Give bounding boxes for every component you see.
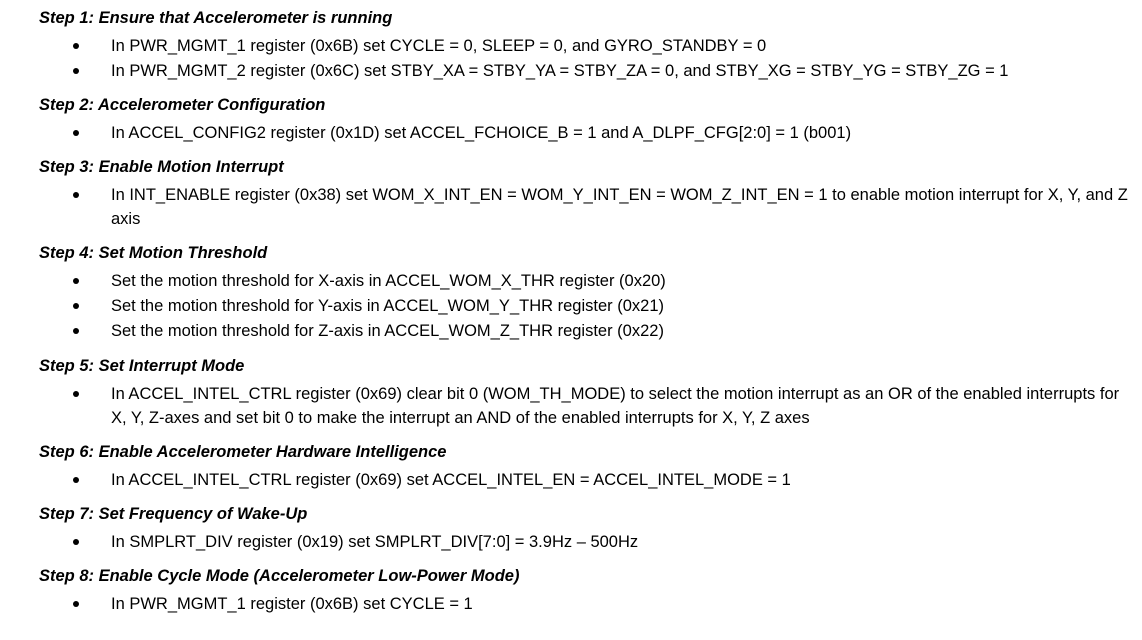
list-item-text: Set the motion threshold for X-axis in A… <box>111 272 666 290</box>
list-item-text: Set the motion threshold for Z-axis in A… <box>111 322 664 340</box>
list-item-text: In PWR_MGMT_2 register (0x6C) set STBY_X… <box>111 62 1009 80</box>
bullet-icon <box>73 391 79 397</box>
step-4-heading: Step 4: Set Motion Threshold <box>39 244 268 262</box>
bullet-icon <box>73 303 79 309</box>
step-3-heading: Step 3: Enable Motion Interrupt <box>39 158 284 176</box>
step-6-heading: Step 6: Enable Accelerometer Hardware In… <box>39 443 447 461</box>
list-item-text: In ACCEL_INTEL_CTRL register (0x69) set … <box>111 471 791 489</box>
bullet-icon <box>73 43 79 49</box>
bullet-icon <box>73 539 79 545</box>
bullet-icon <box>73 601 79 607</box>
bullet-icon <box>73 192 79 198</box>
list-item-text: In ACCEL_INTEL_CTRL register (0x69) clea… <box>111 385 1120 427</box>
list-item-text: In INT_ENABLE register (0x38) set WOM_X_… <box>111 186 1128 228</box>
list-item-text: In PWR_MGMT_1 register (0x6B) set CYCLE … <box>111 37 767 55</box>
bullet-icon <box>73 130 79 136</box>
step-2-heading: Step 2: Accelerometer Configuration <box>39 96 326 114</box>
bullet-icon <box>73 68 79 74</box>
step-8-heading: Step 8: Enable Cycle Mode (Accelerometer… <box>39 567 520 585</box>
bullet-icon <box>73 278 79 284</box>
step-1-heading: Step 1: Ensure that Accelerometer is run… <box>39 9 393 27</box>
list-item-text: In PWR_MGMT_1 register (0x6B) set CYCLE … <box>111 595 473 613</box>
list-item-text: Set the motion threshold for Y-axis in A… <box>111 297 664 315</box>
bullet-icon <box>73 477 79 483</box>
document-page: Step 1: Ensure that Accelerometer is run… <box>0 0 1142 640</box>
bullet-icon <box>73 328 79 334</box>
list-item-text: In SMPLRT_DIV register (0x19) set SMPLRT… <box>111 533 639 551</box>
step-5-heading: Step 5: Set Interrupt Mode <box>39 357 245 375</box>
step-7-heading: Step 7: Set Frequency of Wake-Up <box>39 505 308 523</box>
list-item-text: In ACCEL_CONFIG2 register (0x1D) set ACC… <box>111 124 852 142</box>
